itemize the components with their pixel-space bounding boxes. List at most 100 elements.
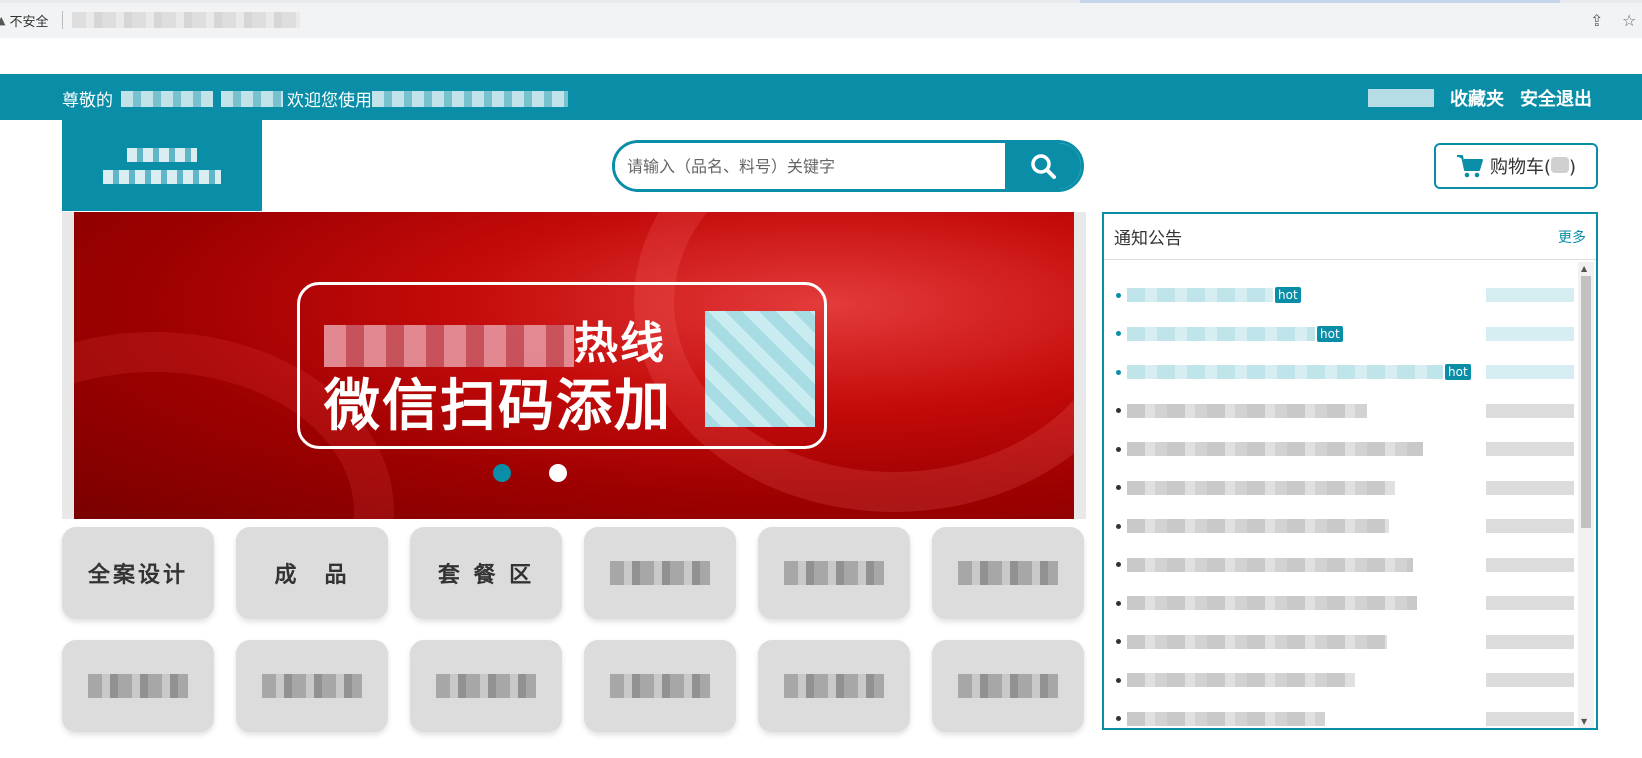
notice-date-redacted	[1486, 711, 1574, 726]
category-package-zone[interactable]: 套 餐 区	[410, 527, 562, 619]
notice-item[interactable]	[1104, 700, 1580, 729]
category-label-redacted	[262, 674, 362, 698]
banner-carousel: 热线 微信扫码添加	[62, 212, 1086, 519]
qr-code-redacted	[705, 311, 815, 427]
cart-count-redacted	[1551, 157, 1569, 173]
category-label-redacted	[784, 674, 884, 698]
notice-title-redacted	[1127, 634, 1387, 649]
browser-toolbar: ▲ 不安全 ⇪ ☆	[0, 0, 1642, 38]
notice-date-redacted	[1486, 288, 1574, 303]
share-icon[interactable]: ⇪	[1590, 11, 1603, 30]
category-full-design[interactable]: 全案设计	[62, 527, 214, 619]
logout-link[interactable]: 安全退出	[1520, 85, 1592, 111]
notice-title-redacted	[1127, 480, 1395, 495]
category-tile-5[interactable]	[758, 527, 910, 619]
category-label-redacted	[610, 674, 710, 698]
category-tile-9[interactable]	[410, 640, 562, 732]
notice-title-redacted	[1127, 442, 1423, 457]
notice-date-redacted	[1486, 519, 1574, 534]
notice-title: 通知公告	[1114, 229, 1182, 249]
cart-label-suffix: )	[1569, 157, 1577, 178]
category-tile-11[interactable]	[758, 640, 910, 732]
notice-date-redacted	[1486, 557, 1574, 572]
category-finished-products[interactable]: 成 品	[236, 527, 388, 619]
category-label-redacted	[610, 561, 710, 585]
notice-item[interactable]	[1104, 430, 1580, 469]
site-logo[interactable]	[62, 120, 262, 211]
carousel-dot-1[interactable]	[493, 464, 511, 482]
notice-item[interactable]: hot	[1104, 315, 1580, 354]
notice-item[interactable]: hot	[1104, 276, 1580, 315]
top-welcome-bar: 尊敬的 欢迎您使用 收藏夹 安全退出	[0, 74, 1642, 120]
scroll-up-icon[interactable]: ▲	[1581, 264, 1587, 273]
warning-icon: ▲	[0, 14, 6, 27]
scroll-down-icon[interactable]: ▼	[1581, 717, 1587, 726]
tab-strip	[0, 0, 1642, 3]
search-icon	[1031, 154, 1056, 179]
logo-subtext-redacted	[103, 169, 221, 184]
notice-item[interactable]: hot	[1104, 353, 1580, 392]
welcome-middle: 欢迎您使用	[287, 91, 372, 111]
notice-list: hot hot hot	[1104, 262, 1580, 728]
notice-item[interactable]	[1104, 546, 1580, 585]
notice-item[interactable]	[1104, 661, 1580, 700]
category-label-redacted	[88, 674, 188, 698]
company-redacted	[221, 90, 283, 107]
notice-title-redacted	[1127, 403, 1367, 418]
notice-date-redacted	[1486, 442, 1574, 457]
search-input[interactable]	[615, 143, 1005, 189]
notice-header: 通知公告 更多	[1104, 214, 1596, 260]
notice-date-redacted	[1486, 480, 1574, 495]
category-label-redacted	[784, 561, 884, 585]
notice-date-redacted	[1486, 673, 1574, 688]
category-tile-4[interactable]	[584, 527, 736, 619]
security-indicator[interactable]: ▲ 不安全	[0, 11, 48, 30]
hot-badge: hot	[1275, 287, 1301, 304]
scrollbar-thumb[interactable]	[1581, 276, 1591, 528]
notice-title-redacted	[1127, 711, 1325, 726]
notice-title-redacted	[1127, 365, 1443, 380]
favorites-link[interactable]: 收藏夹	[1450, 85, 1504, 111]
category-tile-12[interactable]	[932, 640, 1084, 732]
notice-item[interactable]	[1104, 623, 1580, 662]
notice-date-redacted	[1486, 634, 1574, 649]
carousel-dot-2[interactable]	[549, 464, 567, 482]
cart-button[interactable]: 购物车()	[1434, 143, 1598, 189]
bookmark-star-icon[interactable]: ☆	[1622, 11, 1636, 30]
username-redacted	[121, 90, 213, 107]
top-right-links: 收藏夹 安全退出	[1368, 85, 1592, 111]
category-label-redacted	[958, 674, 1058, 698]
address-bar[interactable]	[72, 12, 300, 28]
notice-item[interactable]	[1104, 469, 1580, 508]
search-button[interactable]	[1005, 143, 1081, 189]
category-tile-8[interactable]	[236, 640, 388, 732]
notice-date-redacted	[1486, 596, 1574, 611]
notice-date-redacted	[1486, 365, 1574, 380]
category-tile-10[interactable]	[584, 640, 736, 732]
notice-item[interactable]	[1104, 392, 1580, 431]
system-name-redacted	[372, 90, 568, 107]
account-link[interactable]	[1368, 89, 1434, 107]
carousel-dots	[74, 464, 1024, 482]
notice-title-redacted	[1127, 288, 1273, 303]
security-label: 不安全	[9, 15, 49, 30]
hot-badge: hot	[1445, 364, 1471, 381]
search-bar	[612, 140, 1084, 192]
notice-title-redacted	[1127, 673, 1355, 688]
banner-slide[interactable]: 热线 微信扫码添加	[74, 212, 1074, 519]
notice-item[interactable]	[1104, 507, 1580, 546]
address-separator	[62, 11, 63, 29]
logo-text-redacted	[127, 147, 197, 162]
notice-title-redacted	[1127, 519, 1389, 534]
cart-label: 购物车(	[1489, 157, 1551, 178]
notice-title-redacted	[1127, 596, 1417, 611]
notice-item[interactable]	[1104, 584, 1580, 623]
notice-date-redacted	[1486, 403, 1574, 418]
category-tile-7[interactable]	[62, 640, 214, 732]
notice-title-redacted	[1127, 326, 1315, 341]
category-tile-6[interactable]	[932, 527, 1084, 619]
promo-wechat-text: 微信扫码添加	[324, 374, 672, 439]
notice-scrollbar[interactable]: ▲ ▼	[1578, 262, 1594, 728]
notice-title-redacted	[1127, 557, 1413, 572]
notice-more-link[interactable]: 更多	[1558, 227, 1586, 247]
